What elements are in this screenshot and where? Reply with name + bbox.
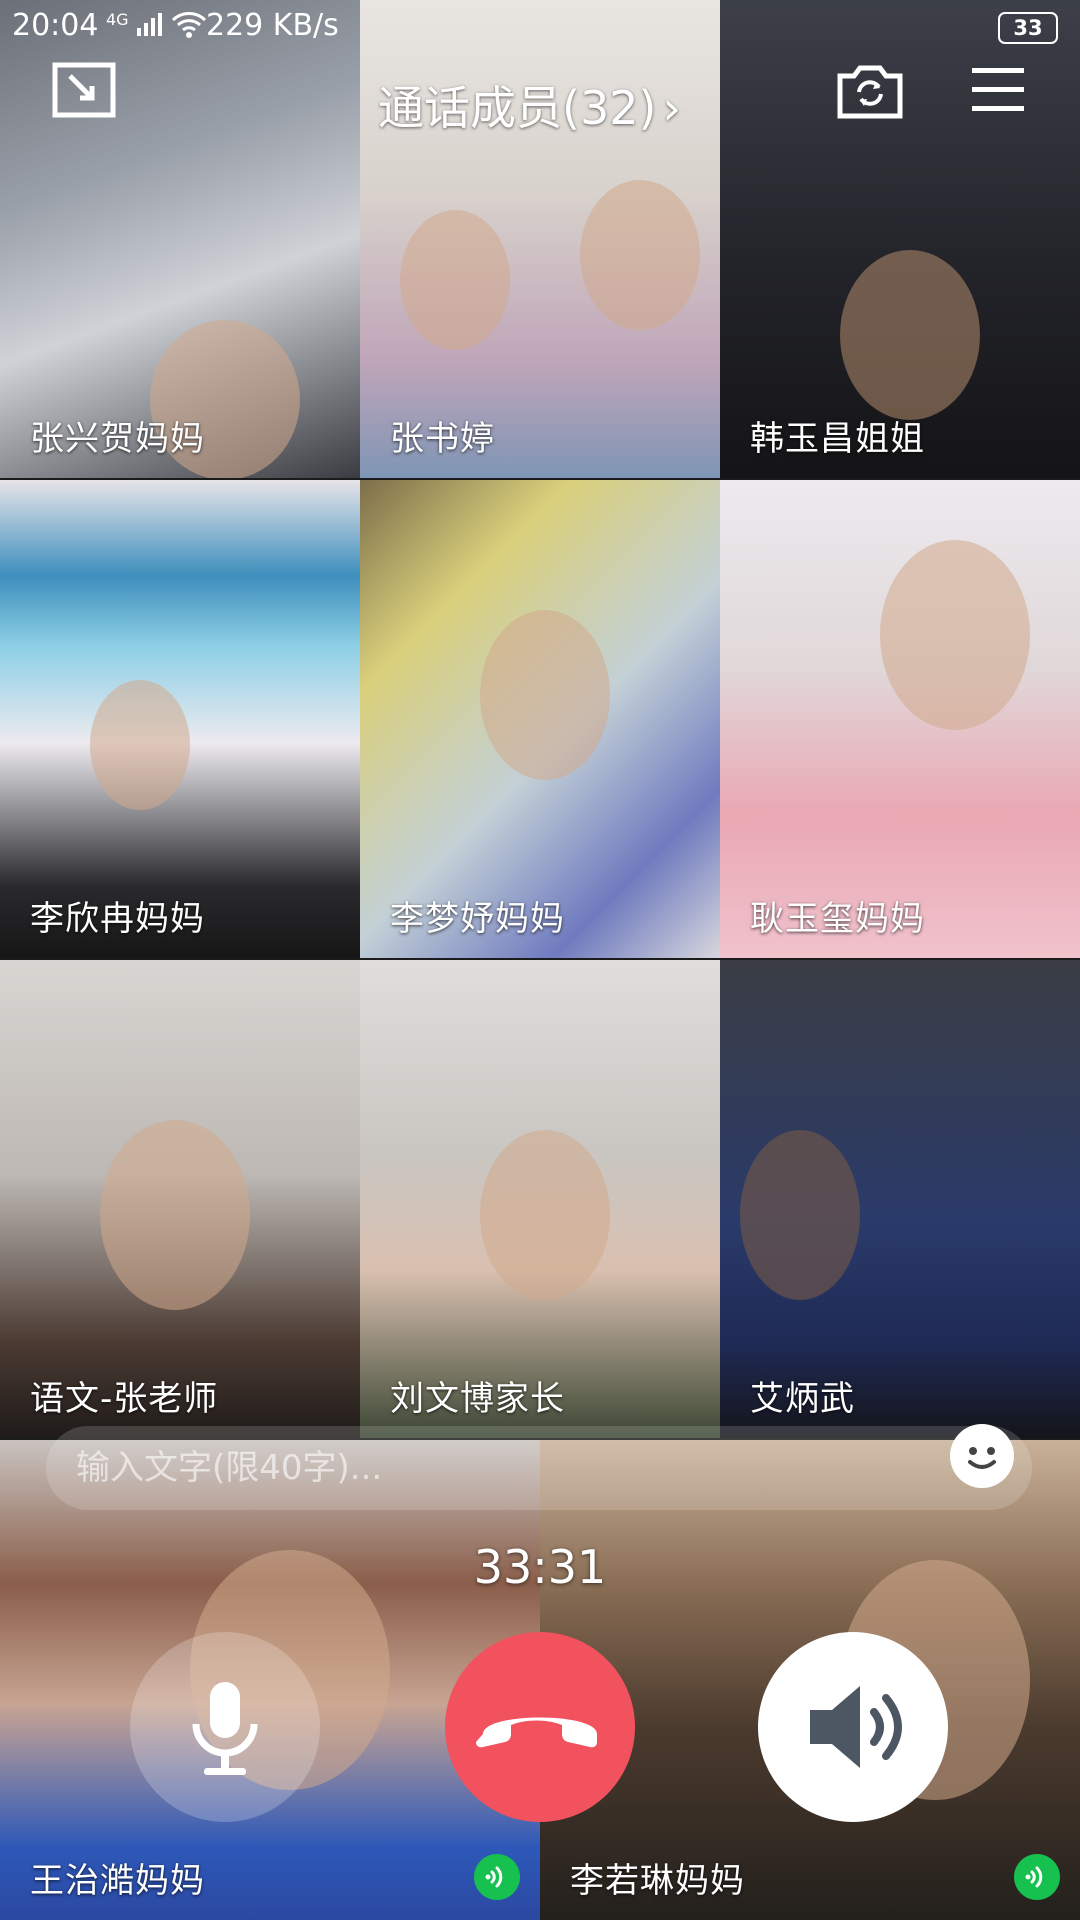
menu-button[interactable] [970,66,1026,114]
chevron-right-icon: › [662,81,681,135]
emoji-icon [968,1447,996,1469]
participant-name: 语文-张老师 [30,1379,219,1419]
network-speed: 229 KB/s [206,8,339,43]
participant-name: 艾炳武 [750,1379,855,1419]
status-bar: 20:04 4G 229 KB/s 33 [0,0,1080,56]
video-tile-4[interactable]: 李欣冉妈妈 [0,480,360,958]
speaker-button[interactable] [758,1632,948,1822]
call-timer: 33:31 [473,1540,607,1594]
wifi-icon [172,12,207,38]
video-tile-8[interactable]: 刘文博家长 [360,960,720,1438]
participant-name: 李梦妤妈妈 [390,899,565,939]
minimize-button[interactable] [52,62,116,118]
video-tile-7[interactable]: 语文-张老师 [0,960,360,1438]
mute-button[interactable] [130,1632,320,1822]
participant-name: 刘文博家长 [390,1379,565,1419]
call-members-button[interactable]: 通话成员(32) › [378,72,681,138]
camera-switch-icon [837,65,903,119]
switch-camera-button[interactable] [836,62,904,120]
speaker-icon [810,1686,902,1768]
microphone-icon [192,1682,258,1775]
participant-name: 耿玉玺妈妈 [750,899,925,939]
menu-icon [972,68,1024,111]
participant-name: 李欣冉妈妈 [30,899,205,939]
speaking-indicator-icon [474,1854,520,1900]
network-type: 4G [106,10,129,29]
participant-name: 韩玉昌姐姐 [750,419,925,459]
emoji-button[interactable] [950,1424,1014,1488]
status-time: 20:04 [12,8,99,43]
members-title: 通话成员(32) [378,81,657,135]
video-tile-5[interactable]: 李梦妤妈妈 [360,480,720,958]
signal-icon: 4G [106,10,207,38]
speaking-indicator-icon [1014,1854,1060,1900]
hangup-icon [476,1717,597,1748]
participant-name: 李若琳妈妈 [570,1861,745,1901]
video-tile-6[interactable]: 耿玉玺妈妈 [720,480,1080,958]
hangup-button[interactable] [445,1632,635,1822]
minimize-icon [52,62,116,118]
participant-name: 王治澔妈妈 [30,1861,205,1901]
participant-name: 张兴贺妈妈 [30,419,205,459]
chat-input[interactable] [46,1426,1032,1510]
participant-name: 张书婷 [390,419,495,459]
battery-icon: 33 [998,12,1058,44]
video-tile-9[interactable]: 艾炳武 [720,960,1080,1438]
